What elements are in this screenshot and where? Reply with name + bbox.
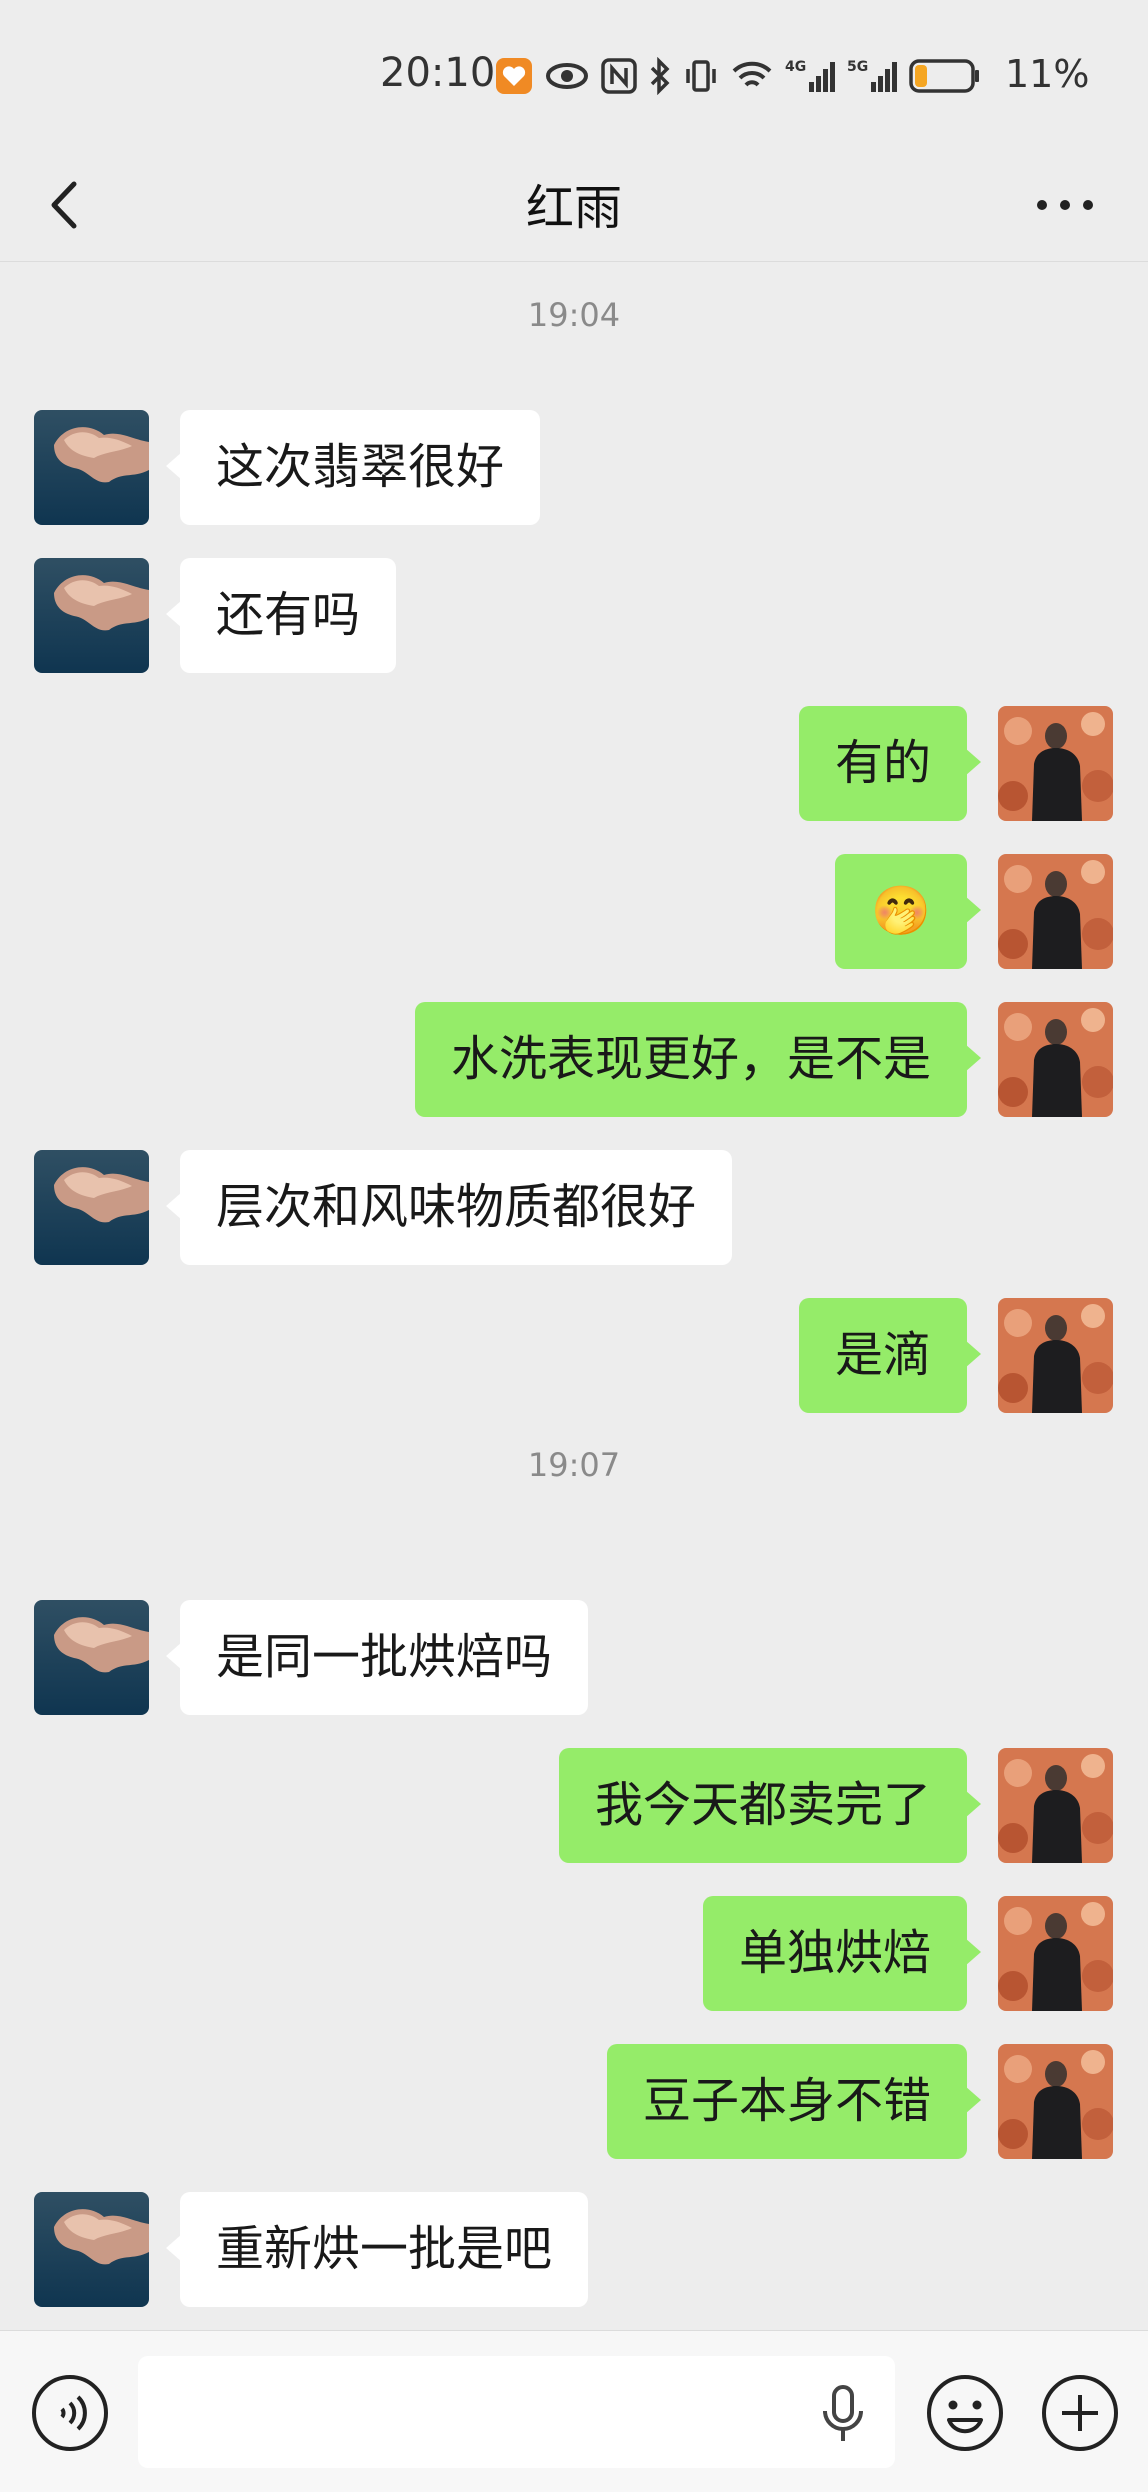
outgoing-message-bubble[interactable]: 是滴 xyxy=(798,1298,982,1413)
chat-title: 红雨 xyxy=(525,180,622,236)
signal-5g-icon: 5G xyxy=(847,59,897,92)
my-avatar[interactable] xyxy=(998,2044,1113,2159)
message-input[interactable] xyxy=(138,2356,895,2468)
bluetooth-icon xyxy=(650,57,670,95)
timestamp: 19:07 xyxy=(527,1446,621,1484)
contact-avatar[interactable] xyxy=(34,558,149,673)
chat-header: 红雨 xyxy=(0,150,1148,262)
vibrate-icon xyxy=(686,60,716,92)
voice-input-icon[interactable] xyxy=(30,2373,110,2453)
status-icons: 4G 5G xyxy=(495,54,981,98)
outgoing-message-bubble[interactable]: 豆子本身不错 xyxy=(606,2044,982,2159)
outgoing-message-bubble[interactable]: 单独烘焙 xyxy=(702,1896,982,2011)
incoming-message-bubble[interactable]: 这次翡翠很好 xyxy=(165,410,541,525)
battery-percentage: 11% xyxy=(1005,52,1090,96)
incoming-message-bubble[interactable]: 层次和风味物质都很好 xyxy=(165,1150,733,1265)
my-avatar[interactable] xyxy=(998,1748,1113,1863)
outgoing-message-bubble[interactable]: 水洗表现更好，是不是 xyxy=(414,1002,982,1117)
contact-avatar[interactable] xyxy=(34,1150,149,1265)
my-avatar[interactable] xyxy=(998,1002,1113,1117)
wifi-icon xyxy=(732,61,772,87)
my-avatar[interactable] xyxy=(998,854,1113,969)
incoming-message-bubble[interactable]: 是同一批烘焙吗 xyxy=(165,1600,589,1715)
nfc-icon xyxy=(601,58,637,94)
microphone-icon[interactable] xyxy=(815,2383,871,2445)
contact-avatar[interactable] xyxy=(34,1600,149,1715)
timestamp: 19:04 xyxy=(527,296,621,334)
contact-avatar[interactable] xyxy=(34,2192,149,2307)
status-bar: 20:10 4G 5G 11% xyxy=(0,0,1148,150)
health-icon xyxy=(496,58,532,94)
contact-avatar[interactable] xyxy=(34,410,149,525)
my-avatar[interactable] xyxy=(998,1298,1113,1413)
eye-icon xyxy=(546,63,588,89)
outgoing-message-bubble[interactable]: 有的 xyxy=(798,706,982,821)
outgoing-message-bubble[interactable]: 我今天都卖完了 xyxy=(558,1748,982,1863)
my-avatar[interactable] xyxy=(998,1896,1113,2011)
my-avatar[interactable] xyxy=(998,706,1113,821)
plus-icon[interactable] xyxy=(1040,2373,1120,2453)
emoji-icon[interactable] xyxy=(925,2373,1005,2453)
incoming-message-bubble[interactable]: 还有吗 xyxy=(165,558,397,673)
incoming-message-bubble[interactable]: 重新烘一批是吧 xyxy=(165,2192,589,2307)
outgoing-message-bubble[interactable]: 🤭 xyxy=(835,854,981,969)
battery-icon xyxy=(909,59,979,93)
svg-text:4G: 4G xyxy=(785,59,806,75)
status-time: 20:10 xyxy=(380,50,496,96)
input-bar xyxy=(0,2330,1148,2492)
signal-4g-icon: 4G xyxy=(785,59,835,92)
svg-text:5G: 5G xyxy=(847,59,868,75)
more-dots-icon[interactable] xyxy=(1030,175,1100,235)
